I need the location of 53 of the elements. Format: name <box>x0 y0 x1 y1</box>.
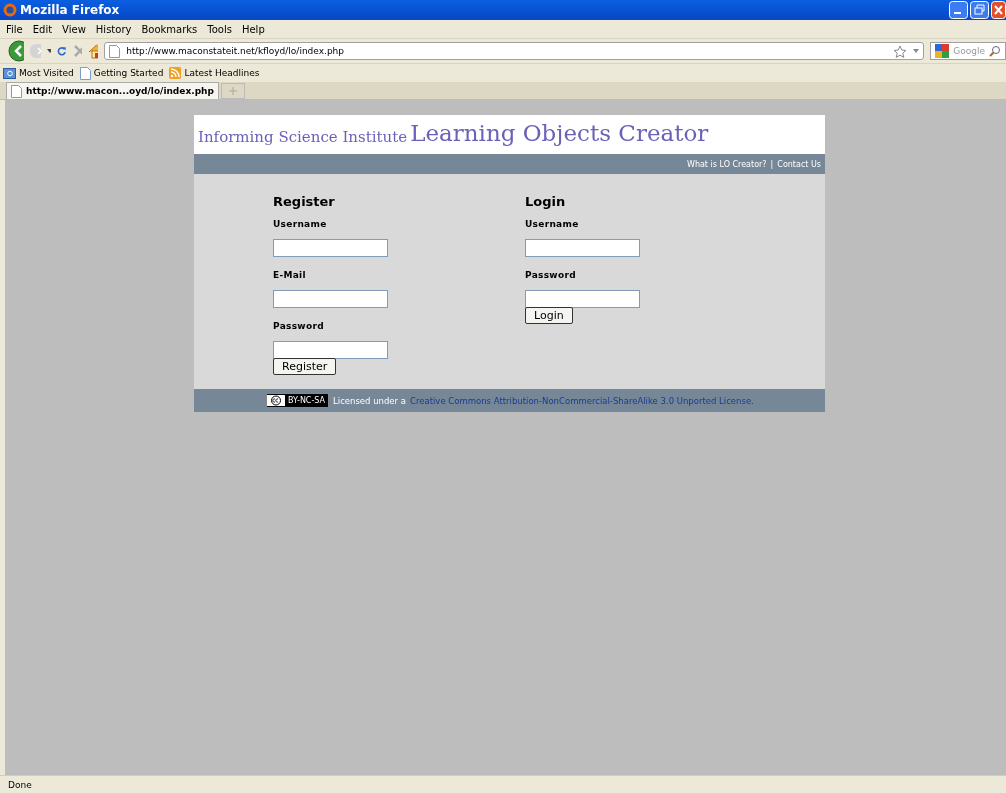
bookmark-link[interactable]: Getting Started <box>93 68 164 78</box>
menu-item[interactable]: Help <box>241 23 265 35</box>
restore-button[interactable] <box>970 1 989 19</box>
menu-item[interactable]: Tools <box>207 23 232 35</box>
page-icon <box>79 66 91 80</box>
bookmark-link[interactable]: Latest Headlines <box>184 68 260 78</box>
cc-logo-icon <box>267 395 285 406</box>
input-field[interactable] <box>525 239 640 257</box>
home-icon[interactable] <box>87 43 99 59</box>
menu-item[interactable]: File <box>6 23 23 35</box>
page-icon <box>11 84 22 98</box>
license-text: Licensed under a <box>333 395 406 406</box>
menu-item[interactable]: Bookmarks <box>141 23 198 35</box>
field-label: E-Mail <box>273 270 306 280</box>
search-icon[interactable] <box>989 45 1002 57</box>
nav-link[interactable]: What is LO Creator? <box>687 159 767 169</box>
back-button[interactable] <box>8 40 25 62</box>
browser-tab[interactable]: http://www.macon...oyd/lo/index.php <box>6 82 219 99</box>
bookmark-link[interactable]: Most Visited <box>19 68 74 78</box>
page-icon <box>109 44 121 58</box>
license-badge[interactable]: BY-NC-SA <box>266 393 330 408</box>
input-field[interactable] <box>273 341 388 359</box>
star-icon[interactable] <box>893 44 908 58</box>
address-field[interactable]: http://www.maconstateit.net/kfloyd/lo/index.php <box>104 42 925 60</box>
input-field[interactable] <box>525 290 640 308</box>
field-label: Password <box>273 321 324 331</box>
logo-title: Learning Objects Creator <box>410 120 709 146</box>
plus-icon <box>228 87 237 95</box>
window-title: Mozilla Firefox <box>20 3 120 17</box>
separator: | <box>770 159 774 169</box>
field-label: Username <box>273 219 327 229</box>
input-field[interactable] <box>273 239 388 257</box>
status-text: Done <box>8 780 32 790</box>
folder-icon <box>3 67 16 79</box>
menu-item[interactable]: History <box>95 23 132 35</box>
minimize-button[interactable] <box>949 1 968 19</box>
feed-icon <box>169 67 182 79</box>
menu-item[interactable]: View <box>62 23 86 35</box>
input-field[interactable] <box>273 290 388 308</box>
url-text: http://www.maconstateit.net/kfloyd/lo/index.php <box>126 46 345 56</box>
logo-subtitle: Informing Science Institute <box>198 128 408 146</box>
dropdown-arrow-icon[interactable] <box>47 49 52 53</box>
dropdown-arrow-icon[interactable] <box>913 49 920 53</box>
form-heading: Register <box>273 194 335 209</box>
field-label: Username <box>525 219 579 229</box>
close-button[interactable] <box>991 1 1006 19</box>
search-engine-icon[interactable] <box>935 44 950 58</box>
field-label: Password <box>525 270 576 280</box>
form-heading: Login <box>525 194 566 209</box>
firefox-logo-icon <box>3 3 17 17</box>
menu-item[interactable]: Edit <box>32 23 53 35</box>
nav-link[interactable]: Contact Us <box>777 159 821 169</box>
search-placeholder: Google <box>953 46 986 56</box>
